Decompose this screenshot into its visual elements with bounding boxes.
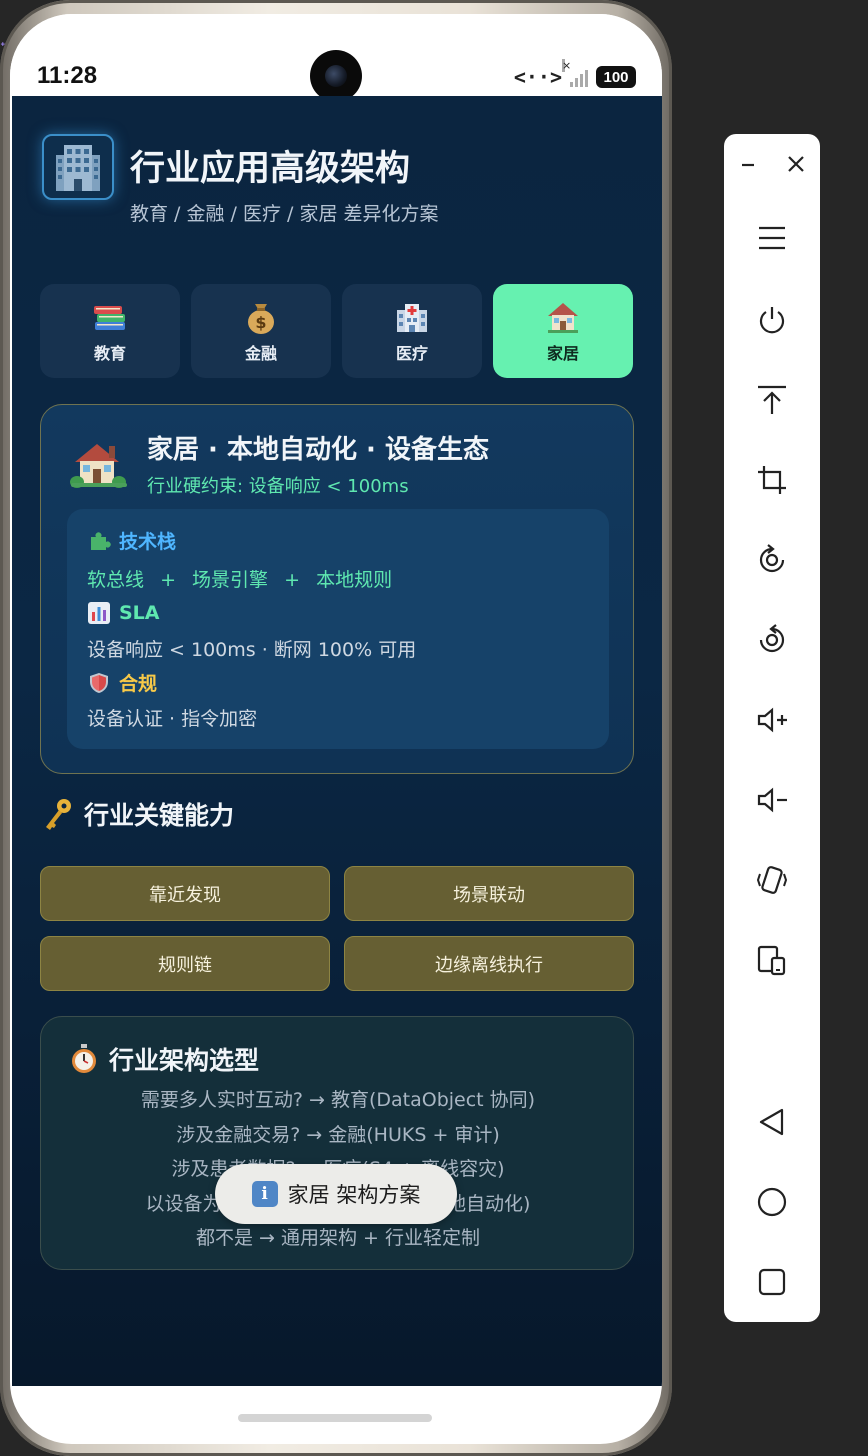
money-bag-icon: $ <box>248 304 274 334</box>
industry-constraint: 行业硬约束: 设备响应 < 100ms <box>147 476 409 497</box>
rotate-left-icon[interactable] <box>752 540 792 580</box>
header-text: 行业应用高级架构 教育 / 金融 / 医疗 / 家居 差异化方案 <box>130 134 438 226</box>
tech-stack-item: 软总线 <box>87 569 145 591</box>
phone-frame: 11:28 <··> × 100 行业应用高级架构 教育 / 金融 / 医疗 /… <box>0 0 672 1456</box>
capabilities-title: 行业关键能力 <box>84 801 235 830</box>
tech-stack-items: 软总线 + 场景引擎 + 本地规则 <box>87 565 392 592</box>
front-camera <box>310 50 362 102</box>
selection-heading: 行业架构选型 <box>69 1041 259 1077</box>
industry-card-titles: 家居 · 本地自动化 · 设备生态 行业硬约束: 设备响应 < 100ms <box>147 429 489 498</box>
sla-label: SLA <box>119 602 160 624</box>
back-icon[interactable] <box>752 1102 792 1142</box>
svg-text:$: $ <box>255 313 266 332</box>
app-content[interactable]: 行业应用高级架构 教育 / 金融 / 医疗 / 家居 差异化方案 教育 $ 金融… <box>12 96 662 1386</box>
info-icon: i <box>251 1181 278 1207</box>
tech-stack-heading: 技术栈 <box>87 527 176 554</box>
key-icon <box>46 799 71 830</box>
bar-chart-icon <box>88 602 110 624</box>
shield-icon <box>90 672 108 693</box>
page-header: 行业应用高级架构 教育 / 金融 / 医疗 / 家居 差异化方案 <box>42 134 438 226</box>
shake-phone-icon[interactable] <box>752 860 792 900</box>
selection-title: 行业架构选型 <box>109 1046 260 1075</box>
tab-education[interactable]: 教育 <box>40 284 180 378</box>
network-icon: <··> <box>513 65 562 89</box>
industry-tabs: 教育 $ 金融 医疗 家居 <box>40 284 633 378</box>
tab-medical[interactable]: 医疗 <box>342 284 482 378</box>
industry-card-header: 家居 · 本地自动化 · 设备生态 行业硬约束: 设备响应 < 100ms <box>69 429 489 498</box>
volume-up-icon[interactable] <box>752 700 792 740</box>
compliance-heading: 合规 <box>87 669 157 696</box>
tab-label: 家居 <box>546 344 579 363</box>
status-time: 11:28 <box>37 62 98 89</box>
capability-rule-chain[interactable]: 规则链 <box>40 936 330 991</box>
toast-message: i 家居 架构方案 <box>215 1164 457 1224</box>
rotate-right-icon[interactable] <box>752 620 792 660</box>
tech-stack-separator: + <box>284 569 301 591</box>
tech-stack-separator: + <box>160 569 176 591</box>
page-title: 行业应用高级架构 <box>130 149 411 189</box>
industry-title: 家居 · 本地自动化 · 设备生态 <box>147 435 489 465</box>
close-icon[interactable] <box>776 144 816 184</box>
menu-icon[interactable] <box>752 218 792 258</box>
selection-rule: 都不是 → 通用架构 + 行业轻定制 <box>196 1227 480 1249</box>
office-building-icon <box>42 134 114 200</box>
status-bar: 11:28 <··> × 100 <box>10 14 662 102</box>
tech-stack-item: 本地规则 <box>316 569 393 591</box>
industry-card: 家居 · 本地自动化 · 设备生态 行业硬约束: 设备响应 < 100ms 技术… <box>40 404 634 774</box>
house-icon <box>548 303 578 333</box>
home-indicator[interactable] <box>238 1414 432 1422</box>
tech-stack-label: 技术栈 <box>119 531 177 553</box>
architecture-selection-card: 行业架构选型 需要多人实时互动? → 教育(DataObject 协同) 涉及金… <box>40 1016 634 1270</box>
hospital-icon <box>397 304 427 332</box>
compliance-text: 设备认证 · 指令加密 <box>87 708 258 730</box>
page-subtitle: 教育 / 金融 / 医疗 / 家居 差异化方案 <box>130 203 439 225</box>
tab-label: 医疗 <box>395 344 428 363</box>
tab-label: 教育 <box>93 344 126 363</box>
puzzle-piece-icon <box>91 531 111 550</box>
tab-home[interactable]: 家居 <box>493 284 633 378</box>
tab-label: 金融 <box>244 344 277 363</box>
recents-icon[interactable] <box>752 1262 792 1302</box>
industry-details: 技术栈 软总线 + 场景引擎 + 本地规则 SLA 设备响应 < 100ms ·… <box>67 509 609 749</box>
sla-text: 设备响应 < 100ms · 断网 100% 可用 <box>87 639 417 661</box>
selection-rule: 涉及金融交易? → 金融(HUKS + 审计) <box>176 1123 500 1146</box>
capabilities-heading: 行业关键能力 <box>42 796 234 832</box>
stopwatch-icon <box>72 1044 96 1073</box>
tab-finance[interactable]: $ 金融 <box>191 284 331 378</box>
selection-rule: 需要多人实时互动? → 教育(DataObject 协同) <box>140 1089 536 1111</box>
sla-heading: SLA <box>87 601 160 625</box>
volume-down-icon[interactable] <box>752 780 792 820</box>
capability-nearby-discovery[interactable]: 靠近发现 <box>40 866 330 921</box>
battery-icon: 100 <box>596 66 636 88</box>
compliance-label: 合规 <box>119 673 158 695</box>
tech-stack-item: 场景引擎 <box>192 569 269 591</box>
screen: ᐩ 11:28 <··> × 100 <box>0 0 868 1456</box>
power-icon[interactable] <box>752 300 792 340</box>
home-icon[interactable] <box>752 1182 792 1222</box>
signal-icon: × <box>562 59 588 87</box>
emulator-toolbar <box>724 134 820 1322</box>
status-icons: <··> × 100 <box>513 59 636 90</box>
capabilities-grid: 靠近发现 场景联动 规则链 边缘离线执行 <box>40 866 634 991</box>
crop-icon[interactable] <box>752 460 792 500</box>
capability-scene-linkage[interactable]: 场景联动 <box>344 866 634 921</box>
pin-to-top-icon[interactable] <box>752 380 792 420</box>
no-signal-mark: × <box>562 59 572 72</box>
phone-screen: 11:28 <··> × 100 行业应用高级架构 教育 / 金融 / 医疗 /… <box>10 14 662 1444</box>
house-with-garden-icon <box>70 443 127 488</box>
books-icon <box>94 306 125 330</box>
toast-text: 家居 架构方案 <box>287 1183 421 1207</box>
multi-device-icon[interactable] <box>752 940 792 980</box>
capability-edge-offline[interactable]: 边缘离线执行 <box>344 936 634 991</box>
minimize-icon[interactable] <box>728 144 768 184</box>
